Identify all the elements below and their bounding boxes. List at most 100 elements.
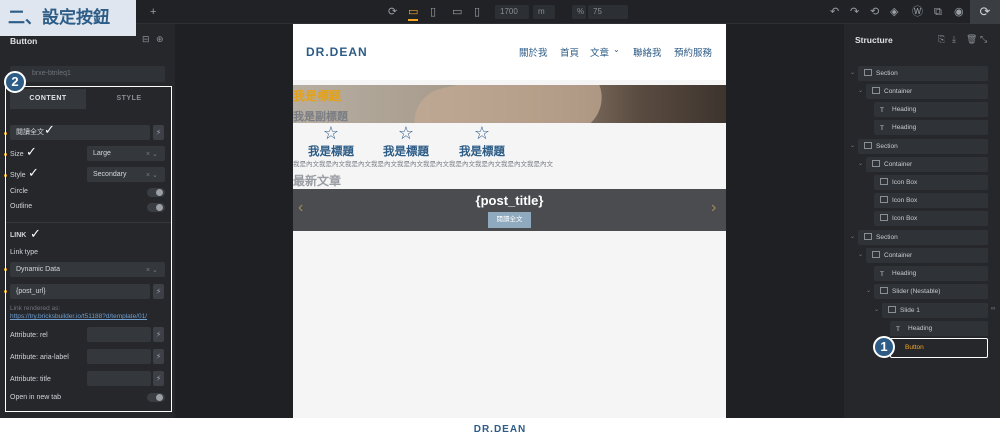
icon-box-icon xyxy=(880,196,888,203)
structure-node-heading[interactable]: T Heading xyxy=(874,266,988,281)
step-label: 二、設定按鈕 xyxy=(0,0,136,36)
undo-icon[interactable]: ↶ xyxy=(830,5,839,19)
clipboard-icon[interactable]: ⎘ xyxy=(938,34,945,45)
structure-node-container[interactable]: Container xyxy=(866,248,988,263)
add-icon[interactable]: + xyxy=(150,5,156,19)
preview-eye-icon[interactable]: ◉ xyxy=(954,5,964,19)
panel-title: Button xyxy=(10,36,38,46)
chevron-down-icon[interactable]: ⌄ xyxy=(613,45,620,54)
structure-title: Structure xyxy=(855,35,893,45)
slide-title: {post_title} xyxy=(475,193,544,208)
history-icon[interactable]: ⟲ xyxy=(870,5,879,19)
feature-box: ☆ 我是標題 xyxy=(376,124,436,159)
tablet-landscape-icon[interactable]: ▭ xyxy=(452,5,462,19)
element-id-field[interactable]: brxe-btnleq1 xyxy=(10,66,165,82)
chevron-down-icon[interactable]: ⌄ xyxy=(850,142,855,149)
container-icon xyxy=(872,160,880,167)
latest-posts-heading: 最新文章 xyxy=(293,174,342,188)
nav-about[interactable]: 關於我 xyxy=(519,45,548,59)
structure-node-heading[interactable]: T Heading xyxy=(874,102,988,117)
structure-node-heading[interactable]: T Heading xyxy=(890,321,988,336)
nav-contact[interactable]: 聯絡我 xyxy=(633,45,662,59)
rotate-icon[interactable]: ⟳ xyxy=(388,5,397,19)
structure-node-icon-box[interactable]: Icon Box xyxy=(874,193,988,208)
slide-icon xyxy=(888,306,896,313)
feature-title: 我是標題 xyxy=(459,146,505,158)
zoom-input[interactable]: 75 xyxy=(588,5,628,19)
structure-panel: Structure ⎘ ⤓ 🗑 ⤡ ⌄ Section ⌄ Container … xyxy=(844,24,1000,418)
structure-node-container[interactable]: Container xyxy=(866,157,988,172)
icon-box-icon xyxy=(880,214,888,221)
chevron-right-icon[interactable]: › xyxy=(711,199,716,217)
site-header: DR.DEAN 關於我 首頁 文章 ⌄ 聯絡我 預約服務 xyxy=(293,24,726,80)
desktop-breakpoint-icon[interactable]: ▭ xyxy=(408,5,419,21)
element-panel: Button ⊟ ⊕ brxe-btnleq1 CONTENT STYLE 閱讀… xyxy=(0,24,175,418)
structure-node-icon-box[interactable]: Icon Box xyxy=(874,175,988,190)
step-badge-2: 2 xyxy=(4,71,26,93)
trash-icon[interactable]: 🗑 xyxy=(966,34,977,45)
redo-icon[interactable]: ↷ xyxy=(850,5,859,19)
post-slider: ‹ {post_title} 閱讀全文 › xyxy=(293,189,726,231)
laptop-breakpoint-icon[interactable]: ▯ xyxy=(430,5,436,19)
feature-title: 我是標題 xyxy=(383,146,429,158)
icon-box-icon xyxy=(880,178,888,185)
save-refresh-icon[interactable]: ⟳ xyxy=(970,0,1000,24)
pin-icon[interactable]: ⊕ xyxy=(156,34,164,45)
section-icon xyxy=(864,69,872,76)
star-icon: ☆ xyxy=(397,123,415,143)
structure-node-section[interactable]: Section xyxy=(858,139,988,154)
chevron-down-icon[interactable]: ⌄ xyxy=(858,160,863,167)
hero-subtitle: 我是副標題 xyxy=(293,111,348,123)
page-preview: DR.DEAN 關於我 首頁 文章 ⌄ 聯絡我 預約服務 我是標題 我是副標題 … xyxy=(293,24,726,418)
section-icon xyxy=(864,233,872,240)
mobile-breakpoint-icon[interactable]: ▯ xyxy=(474,5,480,19)
highlight-frame xyxy=(5,86,172,412)
star-icon: ☆ xyxy=(473,123,491,143)
star-icon: ☆ xyxy=(322,123,340,143)
link-icon[interactable]: ∞ xyxy=(991,306,995,312)
section-icon xyxy=(864,142,872,149)
structure-node-section[interactable]: Section xyxy=(858,66,988,81)
chevron-down-icon[interactable]: ⌄ xyxy=(850,233,855,240)
structure-node-slider[interactable]: Slider (Nestable) xyxy=(874,284,988,299)
nav-booking[interactable]: 預約服務 xyxy=(674,45,712,59)
hero-title: 我是標題 xyxy=(293,89,342,103)
chevron-down-icon[interactable]: ⌄ xyxy=(874,306,879,313)
zoom-unit-label: % xyxy=(572,5,586,19)
nav-articles[interactable]: 文章 xyxy=(590,45,609,59)
layers-icon[interactable]: ◈ xyxy=(890,5,898,19)
canvas-width-input[interactable]: 1700 xyxy=(495,5,529,19)
feature-box: ☆ 我是標題 xyxy=(301,124,361,159)
heading-icon: T xyxy=(896,326,900,333)
step-badge-1: 1 xyxy=(873,336,895,358)
structure-node-icon-box[interactable]: Icon Box xyxy=(874,211,988,226)
heading-icon: T xyxy=(880,107,884,114)
wordpress-icon[interactable]: Ⓦ xyxy=(912,5,923,19)
chevron-down-icon[interactable]: ⌄ xyxy=(850,69,855,76)
chevron-down-icon[interactable]: ⌄ xyxy=(858,87,863,94)
heading-icon: T xyxy=(880,125,884,132)
structure-node-button-selected[interactable]: Button xyxy=(890,338,988,358)
structure-node-slide[interactable]: Slide 1 xyxy=(882,303,988,318)
footer-logo: DR.DEAN xyxy=(473,424,527,435)
collapse-icon[interactable]: ⤡ xyxy=(980,34,987,45)
site-logo[interactable]: DR.DEAN xyxy=(306,45,368,59)
container-icon xyxy=(872,87,880,94)
hero-section: 我是標題 我是副標題 xyxy=(293,85,726,123)
structure-node-section[interactable]: Section xyxy=(858,230,988,245)
builder-app: + ⟳ ▭ ▯ ▭ ▯ 1700 m % 75 ↶ ↷ ⟲ ◈ Ⓦ ⧉ ◉ ⟳ … xyxy=(0,0,1000,418)
hero-background-image xyxy=(407,85,609,123)
read-more-button[interactable]: 閱讀全文 xyxy=(488,212,531,228)
structure-node-heading[interactable]: T Heading xyxy=(874,120,988,135)
width-unit-select[interactable]: m xyxy=(533,5,555,19)
chevron-down-icon[interactable]: ⌄ xyxy=(858,251,863,258)
slider-icon xyxy=(880,287,888,294)
structure-node-container[interactable]: Container xyxy=(866,84,988,99)
heading-icon: T xyxy=(880,271,884,278)
save-template-icon[interactable]: ⊟ xyxy=(142,34,150,45)
nav-home[interactable]: 首頁 xyxy=(560,45,579,59)
external-link-icon[interactable]: ⧉ xyxy=(934,5,942,19)
feature-box: ☆ 我是標題 xyxy=(452,124,512,159)
chevron-down-icon[interactable]: ⌄ xyxy=(866,287,871,294)
download-icon[interactable]: ⤓ xyxy=(952,34,956,45)
